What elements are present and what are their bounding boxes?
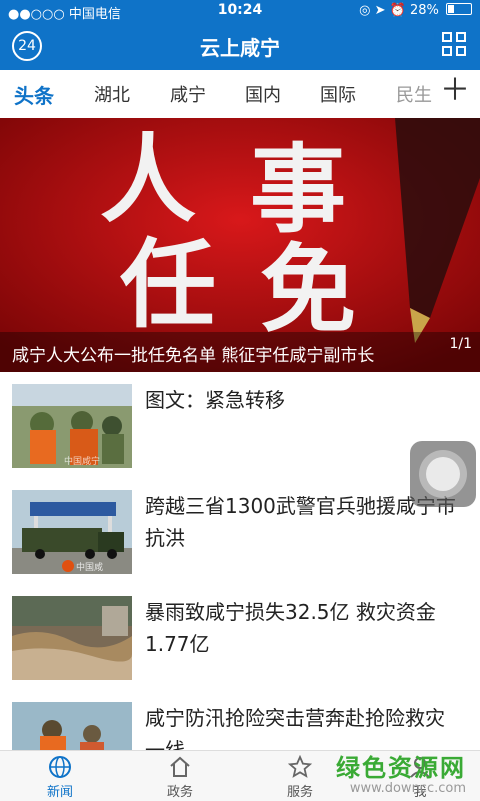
banner-char-4: 免 bbox=[260, 233, 356, 346]
tab-international[interactable]: 国际 bbox=[320, 81, 356, 107]
nav-news[interactable]: 新闻 bbox=[20, 755, 100, 800]
tab-hubei[interactable]: 湖北 bbox=[94, 81, 130, 107]
banner-char-2: 事 bbox=[250, 133, 346, 246]
news-thumbnail: 中国咸 bbox=[12, 490, 132, 574]
news-thumbnail: 中国咸宁 bbox=[12, 384, 132, 468]
banner-pager: 1/1 bbox=[449, 336, 472, 352]
news-title: 暴雨致咸宁损失32.5亿 救灾资金1.77亿 bbox=[145, 600, 436, 656]
news-thumbnail bbox=[12, 702, 132, 750]
thumb-watermark: 中国咸 bbox=[76, 561, 103, 573]
news-item-4[interactable]: 咸宁防汛抢险突击营奔赴抢险救灾一线 bbox=[0, 690, 480, 750]
tab-domestic[interactable]: 国内 bbox=[245, 81, 281, 107]
lock-rotation-icon: ◎ bbox=[359, 3, 371, 18]
alarm-icon: ⏰ bbox=[389, 3, 406, 18]
status-right: ◎ ➤ ⏰ 28% bbox=[359, 3, 472, 18]
add-tab-icon[interactable]: ＋ bbox=[440, 76, 470, 106]
location-icon: ➤ bbox=[374, 3, 386, 18]
news-item-1[interactable]: 中国咸宁 图文：紧急转移 bbox=[0, 372, 480, 479]
app-title: 云上咸宁 bbox=[200, 36, 280, 60]
thumb-watermark: 中国咸宁 bbox=[64, 455, 100, 467]
assistive-touch-button[interactable] bbox=[410, 441, 476, 507]
tab-livelihood[interactable]: 民生 bbox=[396, 81, 432, 107]
nav-service[interactable]: 服务 bbox=[260, 755, 340, 800]
status-bar: ●●○○○ 中国电信 10:24 ◎ ➤ ⏰ 28% bbox=[0, 0, 480, 22]
banner-caption: 咸宁人大公布一批任免名单 熊征宇任咸宁副市长 bbox=[12, 346, 375, 366]
news-title: 图文：紧急转移 bbox=[145, 388, 285, 412]
home-icon bbox=[170, 756, 190, 777]
nav-news-label: 新闻 bbox=[46, 785, 73, 800]
banner-char-3: 任 bbox=[120, 228, 216, 341]
banner-caption-bar: 咸宁人大公布一批任免名单 熊征宇任咸宁副市长 1/1 bbox=[0, 332, 480, 372]
news-item-2[interactable]: 中国咸 跨越三省1300武警官兵驰援咸宁市抗洪 bbox=[0, 478, 480, 585]
watermark-line1: 绿色资源网 bbox=[336, 754, 466, 782]
battery-icon bbox=[446, 3, 472, 15]
category-tabs: 头条 湖北 咸宁 国内 国际 民生 ＋ bbox=[0, 70, 480, 119]
globe-icon bbox=[49, 756, 71, 778]
banner-char-1: 人 bbox=[100, 123, 196, 236]
site-watermark: 绿色资源网 www.downcc.com bbox=[336, 748, 466, 796]
nav-government[interactable]: 政务 bbox=[140, 755, 220, 800]
news-item-3[interactable]: 暴雨致咸宁损失32.5亿 救灾资金1.77亿 bbox=[0, 584, 480, 691]
tab-xianning[interactable]: 咸宁 bbox=[170, 81, 206, 107]
news-title: 咸宁防汛抢险突击营奔赴抢险救灾一线 bbox=[145, 706, 445, 750]
grid-menu-icon[interactable] bbox=[442, 32, 468, 58]
headline-banner[interactable]: 人 事 任 免 咸宁人大公布一批任免名单 熊征宇任咸宁副市长 1/1 bbox=[0, 118, 480, 372]
tab-headline[interactable]: 头条 bbox=[14, 80, 54, 109]
news-thumbnail bbox=[12, 596, 132, 680]
watermark-line2: www.downcc.com bbox=[349, 781, 466, 796]
app-header: 24 云上咸宁 bbox=[0, 22, 480, 70]
star-icon bbox=[288, 755, 312, 778]
battery-percent: 28% bbox=[409, 3, 439, 18]
nav-government-label: 政务 bbox=[166, 785, 193, 800]
nav-service-label: 服务 bbox=[286, 785, 313, 800]
